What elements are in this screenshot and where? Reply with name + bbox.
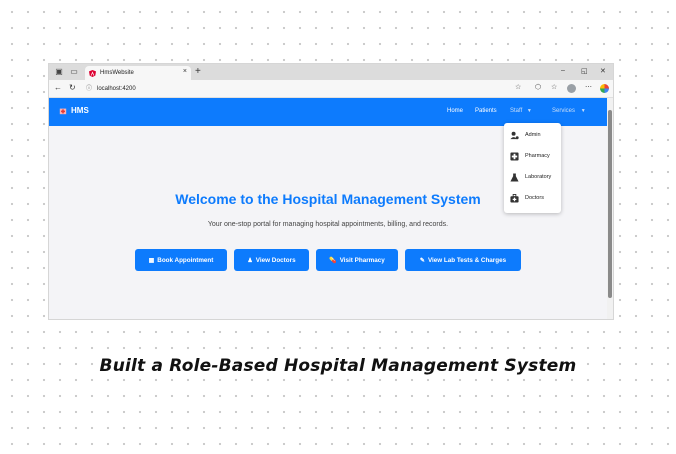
star-icon[interactable]: ☆ [515, 83, 521, 93]
calendar-icon: ▦ [148, 257, 155, 264]
close-window-button[interactable]: ✕ [600, 67, 606, 75]
dropdown-item-label: Admin [525, 132, 541, 138]
button-label: Visit Pharmacy [339, 256, 385, 264]
pharmacy-icon [510, 151, 519, 161]
chevron-down-icon: ▼ [526, 108, 532, 114]
address-bar[interactable]: ⓘ localhost:4200 [85, 83, 540, 95]
browser-window: ▣ ▭ HmsWebsite × + – ◱ ✕ ← ↻ ⓘ localhost… [49, 64, 613, 319]
brand[interactable]: HMS [59, 106, 89, 115]
nav-services-label: Services [552, 108, 576, 114]
dropdown-item-admin[interactable]: Admin [504, 126, 561, 144]
brand-name: HMS [71, 106, 89, 115]
syringe-icon: ✎ [419, 257, 425, 264]
back-icon[interactable]: ← [54, 83, 62, 93]
favorites-icon[interactable]: ☆ [551, 83, 557, 93]
tab-title: HmsWebsite [100, 70, 134, 76]
site-info-icon[interactable]: ⓘ [86, 83, 92, 95]
page-title: Welcome to the Hospital Management Syste… [175, 191, 481, 207]
nav-home[interactable]: Home [447, 108, 463, 114]
restore-button[interactable]: ◱ [581, 67, 588, 75]
caption-text: Built a Role-Based Hospital Management S… [95, 356, 581, 376]
dropdown-item-label: Pharmacy [525, 153, 550, 159]
flask-icon [510, 172, 519, 182]
doctor-icon: ♟ [247, 257, 253, 264]
chevron-down-icon: ▼ [580, 108, 586, 114]
menu-icon[interactable]: ⋯ [585, 83, 592, 93]
view-doctors-button[interactable]: ♟ View Doctors [234, 249, 309, 271]
minimize-button[interactable]: – [561, 67, 565, 74]
book-appointment-button[interactable]: ▦ Book Appointment [135, 249, 227, 271]
tab-close-icon[interactable]: × [183, 68, 187, 75]
new-tab-button[interactable]: + [195, 66, 201, 78]
caption: Built a Role-Based Hospital Management S… [0, 356, 676, 376]
refresh-icon[interactable]: ↻ [69, 83, 76, 93]
scrollbar[interactable] [607, 98, 613, 319]
scrollbar-thumb[interactable] [608, 110, 612, 298]
page-subtitle: Your one-stop portal for managing hospit… [207, 221, 449, 228]
app-navbar: HMS Home Patients Staff ▼ Services ▼ [49, 98, 607, 126]
nav-staff-label: Staff [510, 108, 523, 114]
dropdown-item-laboratory[interactable]: Laboratory [504, 168, 561, 186]
pills-icon: 💊 [329, 257, 337, 264]
address-bar-row: ← ↻ ⓘ localhost:4200 ☆ ⬡ ☆ ⋯ [49, 80, 613, 98]
url-text: localhost:4200 [97, 86, 136, 92]
tab-actions-icon[interactable]: ▭ [69, 67, 79, 77]
dropdown-item-label: Laboratory [525, 174, 552, 180]
extensions-icon[interactable]: ⬡ [535, 83, 541, 93]
visit-pharmacy-button[interactable]: 💊 Visit Pharmacy [316, 249, 398, 271]
angular-icon [89, 69, 96, 77]
user-gear-icon [510, 131, 519, 139]
nav-services[interactable]: Services ▼ [552, 108, 586, 114]
button-label: View Doctors [255, 256, 296, 264]
dropdown-item-pharmacy[interactable]: Pharmacy [504, 147, 561, 165]
hospital-icon [59, 108, 67, 114]
copilot-icon[interactable] [600, 84, 609, 93]
nav-staff[interactable]: Staff ▼ [510, 108, 532, 114]
view-lab-tests-button[interactable]: ✎ View Lab Tests & Charges [405, 249, 521, 271]
workspaces-icon[interactable]: ▣ [54, 67, 64, 77]
profile-icon[interactable] [567, 84, 576, 93]
browser-tab[interactable]: HmsWebsite × [85, 66, 191, 80]
button-label: View Lab Tests & Charges [427, 256, 507, 264]
button-label: Book Appointment [157, 256, 214, 264]
nav-patients[interactable]: Patients [475, 108, 497, 114]
